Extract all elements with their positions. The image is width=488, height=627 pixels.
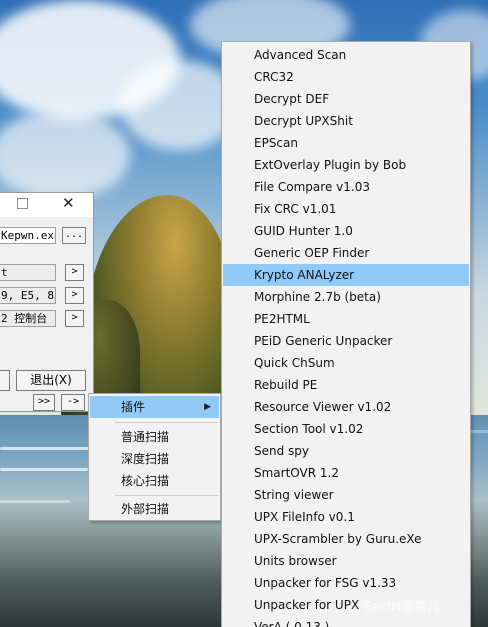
plugin-item[interactable]: Decrypt UPXShit — [223, 110, 469, 132]
menu-item-plugins[interactable]: 插件 ▶ — [90, 396, 219, 418]
watermark: SecIN@黄儿 — [364, 600, 440, 615]
plugin-item[interactable]: Send spy — [223, 440, 469, 462]
subsystem-field[interactable]: 2 控制台 — [0, 310, 56, 327]
plugin-item[interactable]: ExtOverlay Plugin by Bob — [223, 154, 469, 176]
plugin-item[interactable]: CRC32 — [223, 66, 469, 88]
partial-button[interactable] — [0, 370, 10, 391]
plugin-item[interactable]: File Compare v1.03 — [223, 176, 469, 198]
menu-item-deep-scan[interactable]: 深度扫描 — [90, 448, 219, 470]
plugin-item[interactable]: String viewer — [223, 484, 469, 506]
file-path-field[interactable]: Kepwn.exe — [0, 227, 56, 244]
plugin-item[interactable]: Quick ChSum — [223, 352, 469, 374]
dialog-titlebar: ✕ — [0, 193, 93, 217]
peid-dialog: ✕ Kepwn.exe ... t > 9, E5, 83 > 2 控制台 > … — [0, 192, 94, 412]
plugin-item[interactable]: PEiD Generic Unpacker — [223, 330, 469, 352]
maximize-icon[interactable] — [17, 198, 28, 209]
entrypoint-detail-button[interactable]: > — [65, 264, 84, 281]
close-icon[interactable]: ✕ — [62, 194, 75, 212]
menu-item-hardcore-scan[interactable]: 核心扫描 — [90, 470, 219, 492]
plugin-item[interactable]: Fix CRC v1.01 — [223, 198, 469, 220]
plugin-item[interactable]: GUID Hunter 1.0 — [223, 220, 469, 242]
plugin-item[interactable]: PE2HTML — [223, 308, 469, 330]
plugin-item-selected[interactable]: Krypto ANALyzer — [223, 264, 469, 286]
subsystem-detail-button[interactable]: > — [65, 310, 84, 327]
options-arrow-button[interactable]: -> — [61, 394, 85, 411]
menu-item-normal-scan[interactable]: 普通扫描 — [90, 426, 219, 448]
plugins-submenu: Advanced Scan CRC32 Decrypt DEF Decrypt … — [221, 41, 471, 627]
plugin-item[interactable]: Unpacker for FSG v1.33 — [223, 572, 469, 594]
plugin-item[interactable]: UPX FileInfo v0.1 — [223, 506, 469, 528]
plugin-item[interactable]: Rebuild PE — [223, 374, 469, 396]
more-button[interactable]: >> — [33, 394, 55, 411]
entrypoint-field[interactable]: t — [0, 264, 56, 281]
plugin-item[interactable]: VerA ( 0.13 ) — [223, 616, 469, 627]
menu-item-external-scan[interactable]: 外部扫描 — [90, 498, 219, 520]
menu-separator — [115, 495, 218, 496]
first-bytes-detail-button[interactable]: > — [65, 287, 84, 304]
menu-item-label: 插件 — [121, 400, 146, 414]
plugin-item[interactable]: Decrypt DEF — [223, 88, 469, 110]
plugin-item[interactable]: Advanced Scan — [223, 44, 469, 66]
plugin-item[interactable]: UPX-Scrambler by Guru.eXe — [223, 528, 469, 550]
plugin-item[interactable]: Generic OEP Finder — [223, 242, 469, 264]
plugin-item[interactable]: Units browser — [223, 550, 469, 572]
exit-button[interactable]: 退出(X) — [16, 370, 86, 391]
submenu-arrow-icon: ▶ — [204, 402, 211, 412]
wave — [0, 447, 90, 450]
plugin-item[interactable]: Morphine 2.7b (beta) — [223, 286, 469, 308]
plugin-item[interactable]: Resource Viewer v1.02 — [223, 396, 469, 418]
wave — [0, 500, 70, 503]
first-bytes-field[interactable]: 9, E5, 83 — [0, 287, 56, 304]
context-menu: 插件 ▶ 普通扫描 深度扫描 核心扫描 外部扫描 — [88, 393, 221, 521]
plugin-item[interactable]: Section Tool v1.02 — [223, 418, 469, 440]
plugin-item[interactable]: SmartOVR 1.2 — [223, 462, 469, 484]
wave — [0, 468, 88, 471]
plugin-item[interactable]: EPScan — [223, 132, 469, 154]
menu-separator — [115, 422, 218, 423]
browse-button[interactable]: ... — [62, 227, 86, 244]
